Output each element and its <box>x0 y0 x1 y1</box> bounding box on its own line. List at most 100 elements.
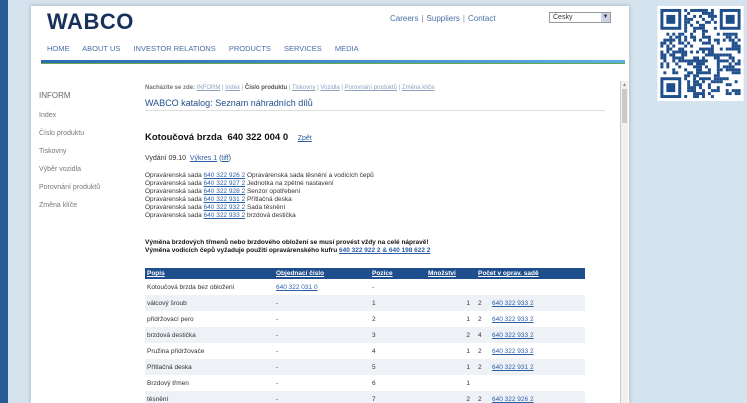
cell-position: 7 <box>370 391 426 403</box>
column-header-description[interactable]: Popis <box>145 268 274 279</box>
order-number-link[interactable]: 640 322 031 0 <box>276 284 318 291</box>
cell-quantity: 2 <box>426 391 476 403</box>
nav-about-us[interactable]: ABOUT US <box>82 44 120 53</box>
sidebar-item-inform[interactable]: INFORM <box>39 91 100 100</box>
kit-number-link[interactable]: 640 322 932 2 <box>204 204 246 211</box>
cell-quantity: 1 <box>426 295 476 311</box>
kit-label: Opravárenská sada <box>145 212 202 219</box>
sidebar-item-index[interactable]: Index <box>39 112 100 119</box>
kit-number-link[interactable]: 640 322 926 2 <box>204 172 246 179</box>
cell-quantity: 1 <box>466 315 470 323</box>
breadcrumb-index[interactable]: Index <box>225 85 240 91</box>
table-row: těsnění -7 2 2 640 322 926 2 <box>145 391 585 403</box>
kit-number-link[interactable]: 640 322 931 2 <box>204 196 246 203</box>
nav-home[interactable]: HOME <box>47 44 70 53</box>
kit-number-link[interactable]: 640 322 933 2 <box>492 316 534 323</box>
column-header-kit-count[interactable]: Počet v oprav. sadě <box>476 268 585 279</box>
separator: | <box>462 14 465 23</box>
cell-description: Brzdový třmen <box>147 379 189 387</box>
column-header-quantity[interactable]: Množství <box>426 268 476 279</box>
sidebar: INFORM Index Číslo produktu Tiskovny Výb… <box>39 91 100 220</box>
kit-number-link[interactable]: 640 322 926 2 <box>492 396 534 403</box>
sidebar-item-product-number[interactable]: Číslo produktu <box>39 130 100 137</box>
cell-order-number: - <box>276 315 279 323</box>
product-name: Kotoučová brzda <box>145 132 223 143</box>
breadcrumb-inform[interactable]: INFORM <box>197 85 221 91</box>
list-item: Opravárenská sada 640 322 928 2 Senzor o… <box>145 188 374 196</box>
contact-link[interactable]: Contact <box>468 14 496 23</box>
kit-number-link[interactable]: 640 322 933 2 <box>492 300 534 307</box>
careers-link[interactable]: Careers <box>390 14 418 23</box>
kit-label: Opravárenská sada <box>145 204 202 211</box>
table-row: brzdová destička -3 2 4 640 322 933 2 <box>145 327 585 343</box>
cell-kit-count <box>476 279 585 295</box>
chevron-down-icon[interactable]: ▼ <box>601 13 610 22</box>
product-number: 640 322 004 0 <box>227 132 289 143</box>
kit-count: 2 <box>478 315 482 323</box>
divider <box>145 110 605 111</box>
cell-position: 6 <box>372 379 376 387</box>
cell-description: Pružina přidržovače <box>147 347 205 355</box>
kit-label: Opravárenská sada <box>145 180 202 187</box>
column-header-position[interactable]: Pozice <box>370 268 426 279</box>
nav-media[interactable]: MEDIA <box>335 44 359 53</box>
kit-number-link[interactable]: 640 322 927 2 <box>204 180 246 187</box>
kit-description: Opravárenská sada těsnění a vodicích čep… <box>246 172 374 179</box>
drawing-link[interactable]: Výkres 1 <box>190 155 217 162</box>
qr-code-image <box>657 6 744 101</box>
suppliers-link[interactable]: Suppliers <box>427 14 460 23</box>
repair-case-link[interactable]: 640 322 922 2 & 640 198 622 2 <box>339 247 430 254</box>
kit-number-link[interactable]: 640 322 933 2 <box>492 332 534 339</box>
breadcrumb-prints[interactable]: Tiskovny <box>292 85 315 91</box>
cell-order-number: - <box>274 295 370 311</box>
cell-kit-count: 2 640 322 933 2 <box>476 343 585 359</box>
back-link[interactable]: Zpět <box>298 135 312 142</box>
table-row: Přítlačná deska -5 1 2 640 322 931 2 <box>145 359 585 375</box>
kit-number-link[interactable]: 640 322 933 2 <box>204 212 246 219</box>
wabco-logo[interactable]: WABCO <box>47 9 134 35</box>
kit-count: 2 <box>478 299 482 307</box>
browser-window: WABCO Careers | Suppliers | Contact Česky ▼ … <box>31 6 629 403</box>
table-row: Kotoučová brzda bez obložení 640 322 031 … <box>145 279 585 295</box>
cell-quantity: 1 <box>466 347 470 355</box>
scrollbar-thumb[interactable] <box>622 89 627 123</box>
table-row: přidržovací pero -2 1 2 640 322 933 2 <box>145 311 585 327</box>
cell-position: 2 <box>372 315 376 323</box>
separator: | <box>421 14 424 23</box>
kit-count: 2 <box>478 347 482 355</box>
breadcrumb-compare[interactable]: Porovnání produktů <box>345 85 397 91</box>
sidebar-item-prints[interactable]: Tiskovny <box>39 148 100 155</box>
kit-label: Opravárenská sada <box>145 188 202 195</box>
sidebar-item-compare[interactable]: Porovnání produktů <box>39 184 100 191</box>
cell-description: Kotoučová brzda bez obložení <box>147 283 235 291</box>
cell-kit-count: 4 640 322 933 2 <box>476 327 585 343</box>
cell-order-number: - <box>274 359 370 375</box>
kit-description: Jednotka na zpětné nastavení <box>246 180 334 187</box>
cell-description: těsnění <box>145 391 274 403</box>
column-header-order-number[interactable]: Objednací číslo <box>274 268 370 279</box>
scroll-up-icon[interactable]: ▲ <box>622 82 627 88</box>
breadcrumb-change-key[interactable]: Změna klíče <box>402 85 435 91</box>
note-line: Výměna brzdových třmenů nebo brzdového o… <box>145 239 429 246</box>
cell-order-number: - <box>274 327 370 343</box>
nav-services[interactable]: SERVICES <box>284 44 322 53</box>
table-row: Brzdový třmen - 6 1 <box>145 375 585 391</box>
tiff-link[interactable]: tiff <box>221 155 228 162</box>
breadcrumb-vehicles[interactable]: Vozidla <box>320 85 339 91</box>
scrollbar[interactable]: ▲ <box>620 81 628 403</box>
kit-number-link[interactable]: 640 322 931 2 <box>492 364 534 371</box>
kit-label: Opravárenská sada <box>145 196 202 203</box>
nav-products[interactable]: PRODUCTS <box>229 44 271 53</box>
breadcrumb-label: Nacházíte se zde: <box>145 85 196 91</box>
repair-kit-list: Opravárenská sada 640 322 926 2 Opraváre… <box>145 172 374 220</box>
edition-label: Vydání 09.10 <box>145 155 186 162</box>
note-text: Výměna vodicích čepů vyžaduje použití op… <box>145 247 338 254</box>
sidebar-item-change-key[interactable]: Změna klíče <box>39 202 100 209</box>
list-item: Opravárenská sada 640 322 927 2 Jednotka… <box>145 180 374 188</box>
kit-number-link[interactable]: 640 322 928 2 <box>204 188 246 195</box>
language-select[interactable]: Česky ▼ <box>549 12 611 23</box>
kit-number-link[interactable]: 640 322 933 2 <box>492 348 534 355</box>
sidebar-item-vehicle-select[interactable]: Výběr vozidla <box>39 166 100 173</box>
nav-investor-relations[interactable]: INVESTOR RELATIONS <box>133 44 215 53</box>
cell-order-number: 640 322 031 0 <box>274 279 370 295</box>
